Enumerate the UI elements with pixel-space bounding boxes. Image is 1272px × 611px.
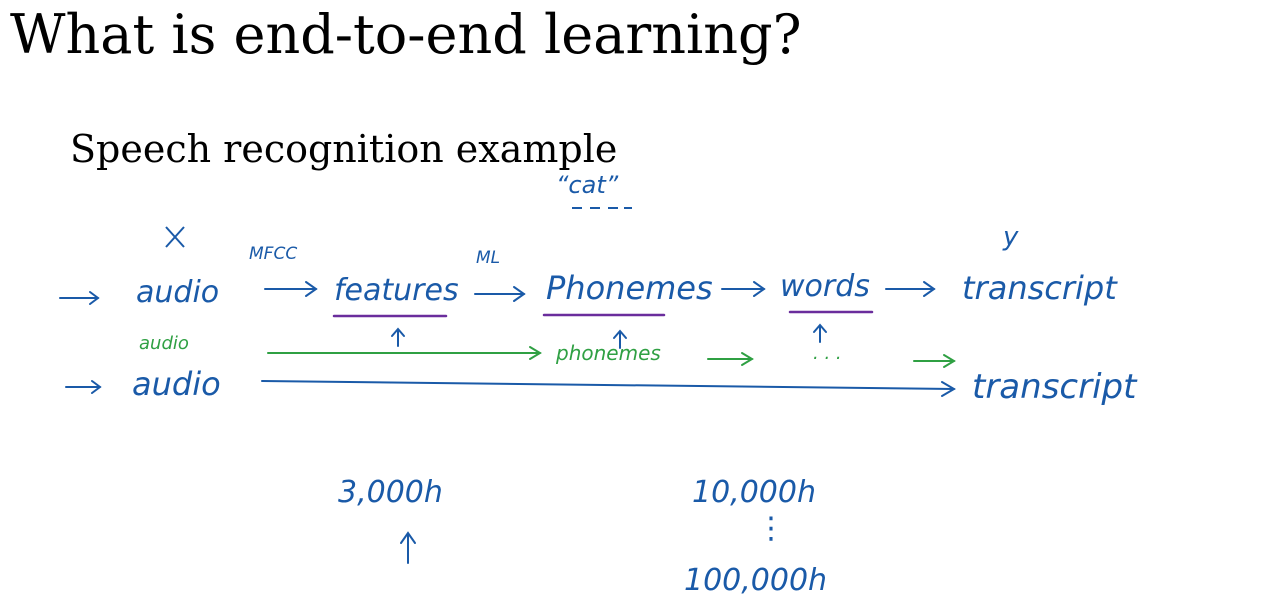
features-label: features bbox=[334, 273, 459, 308]
data-size-up-arrow bbox=[400, 531, 416, 564]
data-size-10000h: 10,000h bbox=[692, 475, 816, 510]
phonemes-label: Phonemes bbox=[546, 269, 713, 307]
data-size-100000h: 100,000h bbox=[684, 563, 828, 598]
end-to-end-audio-label: audio bbox=[132, 365, 221, 403]
middle-ellipsis: · · · bbox=[812, 348, 841, 369]
end-to-end-transcript-label: transcript bbox=[972, 367, 1137, 407]
data-size-3000h: 3,000h bbox=[338, 475, 443, 510]
stage-underlines bbox=[332, 310, 874, 318]
audio-input-label: audio bbox=[136, 275, 220, 310]
output-y-label: y bbox=[1003, 222, 1019, 252]
middle-phonemes-label: phonemes bbox=[556, 341, 661, 365]
cat-label: “cat” bbox=[556, 171, 619, 199]
input-x-mark bbox=[165, 226, 185, 248]
mfcc-label: MFCC bbox=[249, 244, 298, 264]
middle-audio-label: audio bbox=[139, 333, 189, 354]
slide: What is end-to-end learning? Speech reco… bbox=[0, 0, 1272, 611]
ml-label: ML bbox=[476, 248, 501, 268]
transcript-label: transcript bbox=[962, 269, 1117, 307]
words-label: words bbox=[780, 269, 870, 304]
data-size-dots: ⋮ bbox=[756, 511, 786, 546]
